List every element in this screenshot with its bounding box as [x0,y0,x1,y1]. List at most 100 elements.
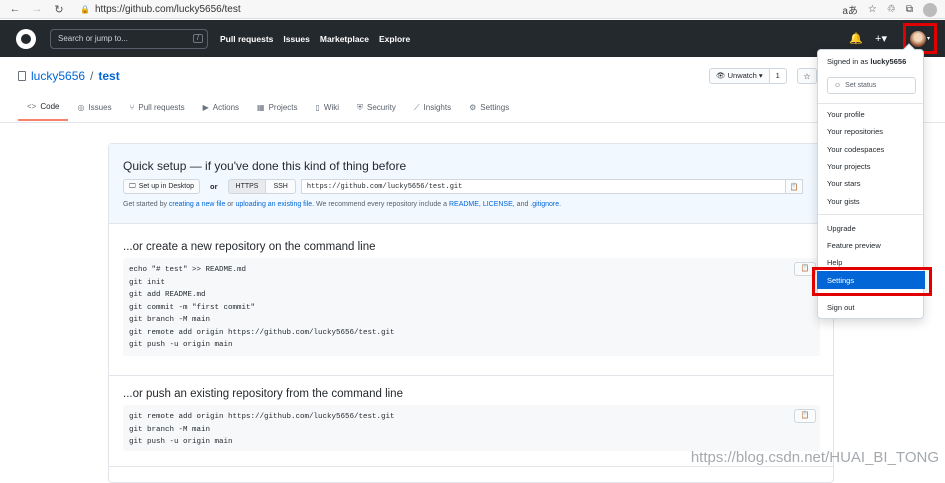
gitignore-link[interactable]: .gitignore [530,201,559,208]
new-repo-title: ...or create a new repository on the com… [123,241,376,253]
nav-issues[interactable]: Issues [283,34,309,44]
tab-label: Code [40,102,59,111]
push-existing-code-block: git remote add origin https://github.com… [123,405,820,451]
repo-tabs: <> Code ◎ Issues ⑂Pull requests ▶Actions ▦… [18,98,518,121]
search-input[interactable]: Search or jump to... / [50,29,208,49]
browser-toolbar: ← → ↻ 🔒 https://github.com/lucky5656/tes… [0,0,945,19]
menu-item-your-repositories[interactable]: Your repositories [827,127,883,136]
issue-icon: ◎ [77,103,84,112]
tab-code[interactable]: <> Code [18,98,68,121]
pull-request-icon: ⑂ [130,103,135,112]
tab-label: Wiki [324,103,339,112]
clone-url-field[interactable]: https://github.com/lucky5656/test.git [301,179,786,194]
code-line: git commit -m "first commit" [129,302,814,315]
nav-pull-requests[interactable]: Pull requests [220,34,273,44]
https-toggle[interactable]: HTTPS [228,179,267,194]
create-new-button[interactable]: +▾ [875,32,887,45]
code-line: git add README.md [129,289,814,302]
license-link[interactable]: LICENSE [483,201,513,208]
tab-label: Insights [424,103,452,112]
unwatch-label: Unwatch ▾ [728,71,763,80]
ssh-toggle[interactable]: SSH [266,179,295,194]
readme-link[interactable]: README [449,201,479,208]
watermark: https://blog.csdn.net/HUAI_BI_TONG [691,449,939,466]
menu-item-help[interactable]: Help [827,258,842,267]
code-line: git branch -M main [129,314,814,327]
tab-projects[interactable]: ▦Projects [248,98,306,121]
tab-label: Actions [213,103,239,112]
star-button[interactable]: ☆ [797,68,817,84]
upload-file-link[interactable]: uploading an existing file [235,201,312,208]
menu-item-sign-out[interactable]: Sign out [827,303,855,312]
code-line: echo "# test" >> README.md [129,264,814,277]
watch-count[interactable]: 1 [770,68,787,84]
menu-item-your-profile[interactable]: Your profile [827,110,865,119]
new-repo-code-block: echo "# test" >> README.md git init git … [123,258,820,356]
github-header: Search or jump to... / Pull requests Iss… [0,20,945,57]
menu-item-your-codespaces[interactable]: Your codespaces [827,145,884,154]
clipboard-icon[interactable]: 📋 [794,409,816,423]
browser-actions: aあ ☆ ♲ ⧉ [842,2,937,17]
hint-text: . [559,201,561,208]
code-line: git branch -M main [129,424,814,437]
chevron-down-icon: ▾ [927,35,930,42]
repo-icon [18,71,26,81]
reload-icon[interactable]: ↻ [52,2,66,16]
bell-icon[interactable]: 🔔 [849,32,863,45]
tab-insights[interactable]: ⟋ Insights [405,98,460,121]
back-icon[interactable]: ← [8,2,22,16]
address-bar[interactable]: 🔒 https://github.com/lucky5656/test [80,4,720,15]
graph-icon: ⟋ [414,103,420,113]
menu-item-your-stars[interactable]: Your stars [827,179,861,188]
repo-separator: / [90,69,93,83]
read-aloud-icon[interactable]: aあ [842,2,858,17]
hint-text: . We recommend every repository include … [312,201,449,208]
repo-owner-link[interactable]: lucky5656 [31,69,85,83]
quick-setup-title: Quick setup — if you've done this kind o… [123,159,406,173]
setup-desktop-button[interactable]: 🖵Set up in Desktop [123,179,200,194]
tab-settings[interactable]: ⚙ Settings [460,98,518,121]
set-status-label: Set status [845,82,876,89]
github-logo-icon[interactable] [16,29,36,49]
create-file-link[interactable]: creating a new file [169,201,225,208]
unwatch-button[interactable]: 👁 Unwatch ▾ [709,68,770,84]
set-status-button[interactable]: ☺ Set status [827,77,916,94]
tab-label: Issues [88,103,111,112]
address-text: https://github.com/lucky5656/test [95,4,241,15]
menu-item-your-gists[interactable]: Your gists [827,197,860,206]
nav-marketplace[interactable]: Marketplace [320,34,369,44]
tab-security[interactable]: ⛨Security [348,98,405,121]
repo-name-link[interactable]: test [98,69,119,83]
code-line: git remote add origin https://github.com… [129,327,814,340]
menu-divider [818,214,923,215]
hint-text: Get started by [123,201,169,208]
tab-label: Pull requests [138,103,184,112]
tab-label: Security [367,103,396,112]
tab-wiki[interactable]: ▯Wiki [307,98,349,121]
tab-pull-requests[interactable]: ⑂Pull requests [121,98,194,121]
tab-label: Settings [480,103,509,112]
or-label: or [210,182,218,191]
clipboard-icon[interactable]: 📋 [786,179,803,194]
menu-divider [818,103,923,104]
tab-issues[interactable]: ◎ Issues [68,98,120,121]
favorite-icon[interactable]: ☆ [868,4,877,15]
forward-icon[interactable]: → [30,2,44,16]
tabs-icon[interactable]: ⧉ [906,4,913,15]
watch-button-group: 👁 Unwatch ▾ 1 [709,68,787,84]
browser-profile-icon[interactable] [923,3,937,17]
nav-explore[interactable]: Explore [379,34,410,44]
search-shortcut-badge: / [193,34,203,43]
quick-setup-row: 🖵Set up in Desktop or HTTPS SSH https://… [123,179,803,194]
collections-icon[interactable]: ♲ [887,4,896,15]
menu-item-upgrade[interactable]: Upgrade [827,224,856,233]
gear-icon: ⚙ [469,103,476,112]
menu-item-your-projects[interactable]: Your projects [827,162,871,171]
signed-in-prefix: Signed in as [827,57,870,66]
lock-icon: 🔒 [80,5,90,14]
code-icon: <> [27,102,36,111]
menu-item-feature-preview[interactable]: Feature preview [827,241,881,250]
tab-actions[interactable]: ▶Actions [194,98,248,121]
tabs-divider [0,122,945,123]
smiley-icon: ☺ [834,82,841,89]
